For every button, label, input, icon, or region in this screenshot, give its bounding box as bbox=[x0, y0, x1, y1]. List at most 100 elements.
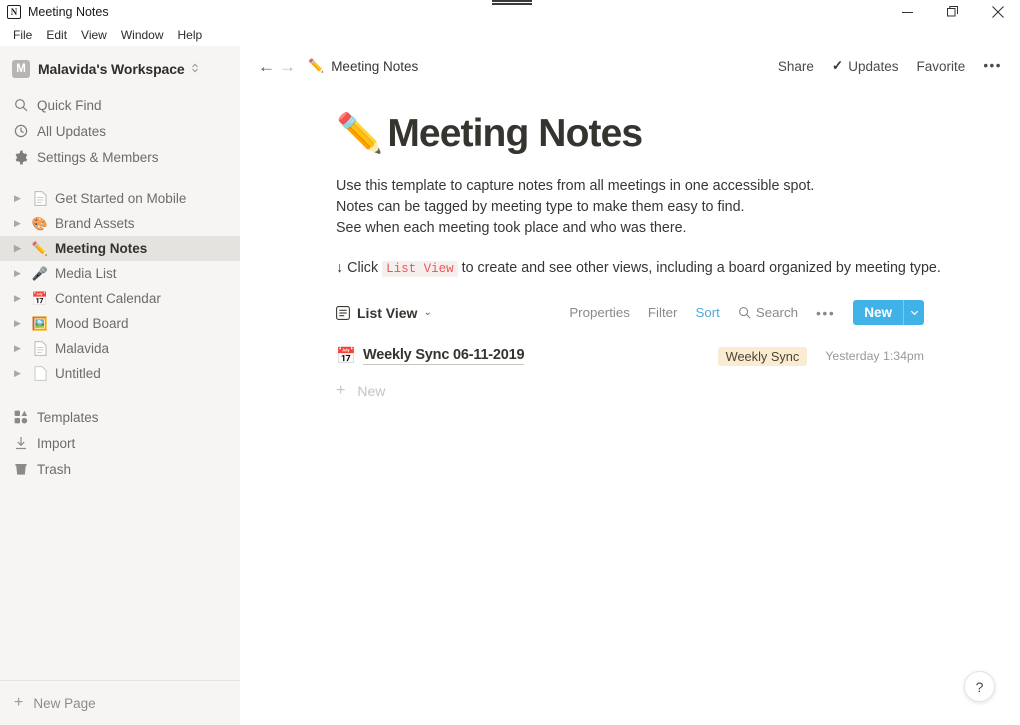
row-title[interactable]: Weekly Sync 06-11-2019 bbox=[363, 347, 525, 365]
sidebar-item-label: Brand Assets bbox=[55, 216, 135, 231]
workspace-name: Malavida's Workspace bbox=[38, 61, 185, 77]
menu-item-edit[interactable]: Edit bbox=[39, 26, 74, 44]
gear-icon bbox=[12, 150, 29, 165]
breadcrumb[interactable]: Meeting Notes bbox=[331, 59, 418, 74]
templates-icon bbox=[12, 410, 29, 424]
sidebar-item-quick-find[interactable]: Quick Find bbox=[0, 92, 240, 118]
new-row-label: New bbox=[357, 383, 386, 399]
new-row-button[interactable]: + New bbox=[336, 379, 1020, 403]
notion-n-logo: N bbox=[7, 5, 21, 19]
new-page-label: New Page bbox=[33, 695, 96, 711]
menu-item-window[interactable]: Window bbox=[114, 26, 171, 44]
view-label: List View bbox=[357, 304, 418, 321]
sidebar-item-get-started-on-mobile[interactable]: ▶ Get Started on Mobile bbox=[0, 186, 240, 211]
sidebar-item-trash[interactable]: Trash bbox=[0, 456, 240, 482]
description-line[interactable]: See when each meeting took place and who… bbox=[336, 218, 1020, 239]
framed-picture-emoji: 🖼️ bbox=[31, 316, 49, 331]
sidebar-item-label: Trash bbox=[37, 461, 72, 477]
arrow-left-icon[interactable]: ← bbox=[258, 58, 275, 75]
disclosure-triangle-icon[interactable]: ▶ bbox=[14, 318, 30, 329]
disclosure-triangle-icon[interactable]: ▶ bbox=[14, 193, 30, 204]
sidebar-item-brand-assets[interactable]: ▶ 🎨 Brand Assets bbox=[0, 211, 240, 236]
workspace-avatar: M bbox=[12, 60, 30, 78]
disclosure-triangle-icon[interactable]: ▶ bbox=[14, 343, 30, 354]
sidebar-item-mood-board[interactable]: ▶ 🖼️ Mood Board bbox=[0, 311, 240, 336]
pencil-emoji[interactable]: ✏️ bbox=[336, 115, 383, 153]
sidebar-item-label: Content Calendar bbox=[55, 291, 161, 306]
sidebar-item-templates[interactable]: Templates bbox=[0, 404, 240, 430]
page-title: ✏️ Meeting Notes bbox=[336, 112, 1020, 156]
sidebar-item-label: Mood Board bbox=[55, 316, 129, 331]
properties-button[interactable]: Properties bbox=[569, 305, 630, 320]
hint-suffix: to create and see other views, including… bbox=[461, 260, 941, 276]
sidebar-item-settings-members[interactable]: Settings & Members bbox=[0, 144, 240, 170]
arrow-right-icon[interactable]: → bbox=[279, 58, 296, 75]
description-line[interactable]: Use this template to capture notes from … bbox=[336, 176, 1020, 197]
sidebar-item-meeting-notes[interactable]: ▶ ✏️ Meeting Notes bbox=[0, 236, 240, 261]
close-icon[interactable] bbox=[975, 0, 1020, 24]
page-icon bbox=[30, 191, 50, 206]
sidebar-item-all-updates[interactable]: All Updates bbox=[0, 118, 240, 144]
menu-item-help[interactable]: Help bbox=[171, 26, 210, 44]
search-button[interactable]: Search bbox=[738, 305, 798, 320]
minimize-icon[interactable] bbox=[885, 0, 930, 24]
disclosure-triangle-icon[interactable]: ▶ bbox=[14, 368, 30, 379]
tab-list-view[interactable]: List View ⌄ bbox=[336, 305, 432, 321]
share-button[interactable]: Share bbox=[778, 59, 814, 74]
database-more-icon[interactable]: ••• bbox=[816, 306, 835, 320]
list-view-icon bbox=[336, 305, 350, 320]
pencil-emoji: ✏️ bbox=[31, 241, 49, 256]
import-icon bbox=[12, 436, 29, 450]
chevron-down-icon[interactable] bbox=[904, 300, 924, 325]
sidebar-item-content-calendar[interactable]: ▶ 📅 Content Calendar bbox=[0, 286, 240, 311]
new-page-button[interactable]: + New Page bbox=[0, 680, 240, 725]
clock-icon bbox=[12, 124, 29, 138]
sidebar-item-import[interactable]: Import bbox=[0, 430, 240, 456]
disclosure-triangle-icon[interactable]: ▶ bbox=[14, 268, 30, 279]
row-meta: Weekly Sync Yesterday 1:34pm bbox=[717, 346, 924, 366]
window-drag-handle[interactable] bbox=[492, 0, 532, 6]
more-options-icon[interactable]: ••• bbox=[983, 59, 1002, 73]
table-row[interactable]: 📅 Weekly Sync 06-11-2019 Weekly Sync Yes… bbox=[336, 343, 1020, 369]
sidebar-item-label: Untitled bbox=[55, 366, 101, 381]
main-content: ← → ✏️ Meeting Notes Share ✓ Updates Fav… bbox=[240, 46, 1020, 725]
search-icon bbox=[738, 306, 751, 319]
updates-button[interactable]: ✓ Updates bbox=[832, 58, 899, 74]
sidebar-item-media-list[interactable]: ▶ 🎤 Media List bbox=[0, 261, 240, 286]
palette-emoji: 🎨 bbox=[31, 216, 49, 231]
page-title-text[interactable]: Meeting Notes bbox=[387, 112, 643, 156]
new-button[interactable]: New bbox=[853, 300, 924, 325]
workspace-switcher[interactable]: M Malavida's Workspace bbox=[0, 54, 240, 84]
page-actions: Share ✓ Updates Favorite ••• bbox=[760, 58, 1002, 74]
sidebar-item-label: Malavida bbox=[55, 341, 110, 356]
sidebar-item-untitled[interactable]: ▶ Untitled bbox=[0, 361, 240, 386]
page-description: Use this template to capture notes from … bbox=[336, 176, 1020, 239]
empty-page-icon bbox=[30, 366, 50, 381]
help-button[interactable]: ? bbox=[964, 671, 995, 702]
window-title-bar: N Meeting Notes bbox=[0, 0, 1020, 24]
microphone-emoji: 🎤 bbox=[31, 266, 49, 281]
sidebar-item-label: Import bbox=[37, 435, 76, 451]
menu-item-view[interactable]: View bbox=[74, 26, 114, 44]
sidebar-item-malavida[interactable]: ▶ Malavida bbox=[0, 336, 240, 361]
new-button-label: New bbox=[864, 305, 892, 320]
sidebar-nav: Quick Find All Updates Settings & Member… bbox=[0, 92, 240, 170]
filter-button[interactable]: Filter bbox=[648, 305, 678, 320]
description-line[interactable]: Notes can be tagged by meeting type to m… bbox=[336, 197, 1020, 218]
updates-label: Updates bbox=[848, 58, 899, 74]
pencil-emoji: ✏️ bbox=[308, 58, 325, 73]
sort-button[interactable]: Sort bbox=[695, 305, 719, 320]
hint-prefix: ↓ Click bbox=[336, 260, 379, 276]
plus-icon: + bbox=[336, 382, 346, 399]
disclosure-triangle-icon[interactable]: ▶ bbox=[14, 218, 30, 229]
disclosure-triangle-icon[interactable]: ▶ bbox=[14, 293, 30, 304]
search-icon bbox=[12, 98, 29, 112]
page-hint[interactable]: ↓ Click List View to create and see othe… bbox=[336, 260, 1020, 277]
menu-item-file[interactable]: File bbox=[6, 26, 39, 44]
disclosure-triangle-icon[interactable]: ▶ bbox=[14, 243, 30, 254]
sidebar-page-tree: ▶ Get Started on Mobile ▶ 🎨 Brand Assets… bbox=[0, 186, 240, 386]
page-topbar: ← → ✏️ Meeting Notes Share ✓ Updates Fav… bbox=[240, 46, 1020, 86]
restore-icon[interactable] bbox=[930, 0, 975, 24]
page-icon bbox=[30, 341, 50, 356]
favorite-button[interactable]: Favorite bbox=[917, 59, 966, 74]
